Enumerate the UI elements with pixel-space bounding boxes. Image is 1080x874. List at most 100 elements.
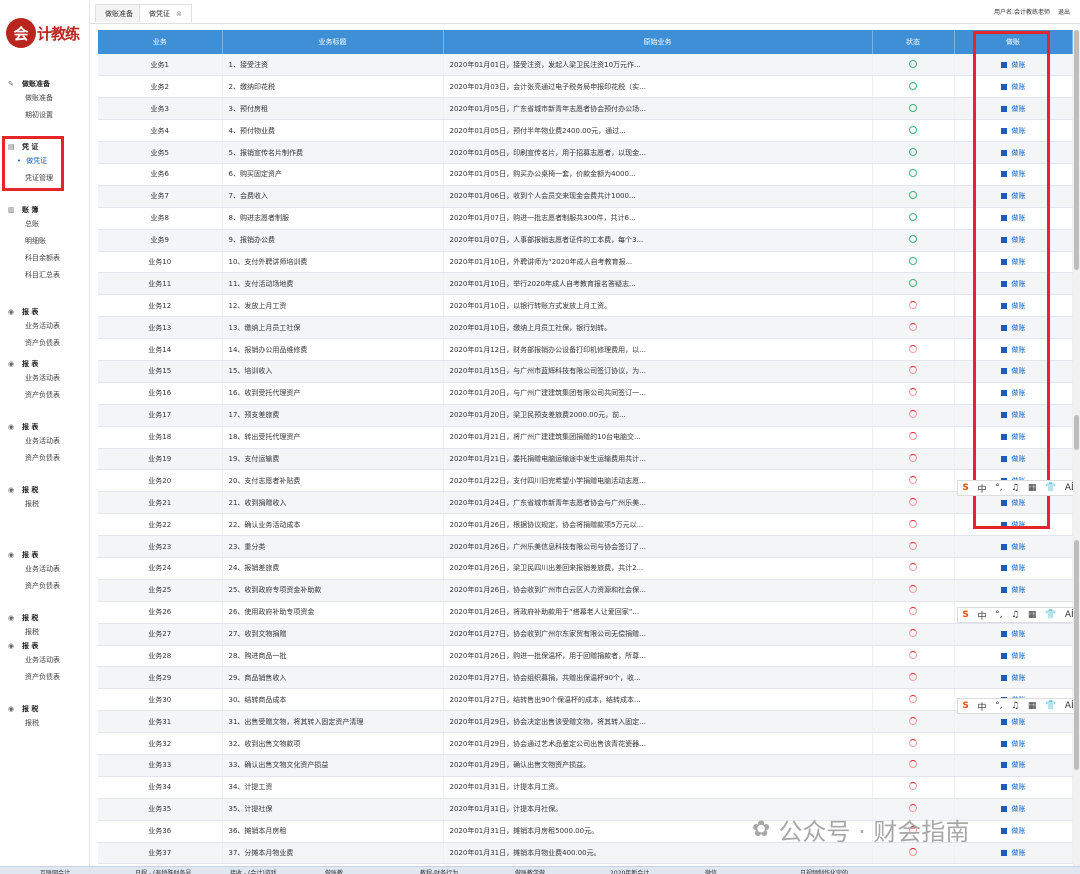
ime-button[interactable]: 中 [977,700,986,713]
nav-group-header[interactable]: ◉ 报 表 [8,358,84,370]
ime-toolbar[interactable]: S 中 °, ♫ ▦ 👕 Aİ [957,698,1079,714]
ime-button[interactable]: ♫ [1011,701,1019,711]
do-accounting-link[interactable]: 做账 [1000,718,1026,726]
ime-button[interactable]: S [962,701,968,711]
cell-original-business[interactable]: 2020年01月26日，购进一批保温杯，用于回赠捐款者，所尊... [443,645,873,668]
do-accounting-link[interactable]: 做账 [1000,761,1026,769]
scrollbar[interactable] [1073,30,1080,866]
do-accounting-link[interactable]: 做账 [1000,783,1026,791]
do-accounting-link[interactable]: 做账 [1000,543,1026,551]
sidebar-item[interactable]: 业务活动表 [8,561,84,578]
cell-original-business[interactable]: 2020年01月29日，确认出售文物资产损益。 [443,754,873,777]
ime-button[interactable]: ♫ [1011,483,1019,493]
cell-original-business[interactable]: 2020年01月31日，计提本月工资。 [443,776,873,799]
ime-button[interactable]: S [962,610,968,620]
scrollbar-thumb[interactable] [1074,30,1079,270]
ime-toolbar[interactable]: S 中 °, ♫ ▦ 👕 Aİ [957,607,1079,623]
sidebar-item[interactable]: 资产负债表 [8,669,84,686]
do-accounting-link[interactable]: 做账 [1000,740,1026,748]
ime-toolbar[interactable]: S 中 °, ♫ ▦ 👕 Aİ [957,480,1079,496]
cell-original-business[interactable]: 2020年01月03日，会计张亮通过电子税务局申报印花税（实... [443,75,873,99]
ime-button[interactable]: 👕 [1045,610,1056,620]
do-accounting-link[interactable]: 做账 [1000,849,1026,857]
ime-button[interactable]: 中 [977,482,986,495]
col-header-title[interactable]: 业务标题 [222,30,444,54]
do-accounting-link[interactable]: 做账 [1000,630,1026,638]
cell-original-business[interactable]: 2020年01月10日，外聘讲师为“2020年成人自考教育报... [443,251,873,274]
close-icon[interactable]: ⊗ [176,10,182,18]
do-accounting-link[interactable]: 做账 [1000,586,1026,594]
do-accounting-link[interactable]: 做账 [1000,564,1026,572]
cell-original-business[interactable]: 2020年01月01日，接受注资，发起人梁卫民注资10万元作... [443,54,873,77]
tab-prep[interactable]: 做账准备 [95,4,143,22]
do-accounting-link[interactable]: 做账 [1000,805,1026,813]
ime-button[interactable]: 👕 [1045,701,1056,711]
nav-group-header[interactable]: ◉ 报 表 [8,549,84,561]
ime-button[interactable]: °, [995,701,1002,711]
col-header-status[interactable]: 状态 [872,30,955,54]
sidebar-item[interactable]: 业务活动表 [8,652,84,669]
cell-original-business[interactable]: 2020年01月20日，梁卫民预支差旅费2000.00元，前... [443,404,873,427]
cell-original-business[interactable]: 2020年01月27日，协会组织募捐，共赠出保温杯90个，收... [443,666,873,690]
cell-original-business[interactable]: 2020年01月29日，协会通过艺术品鉴定公司出售该青花瓷器... [443,732,873,755]
sidebar-item[interactable]: 报税 [8,624,84,641]
cell-original-business[interactable]: 2020年01月05日，广东省城市新青年志愿者协会预付办公场... [443,97,873,121]
logout-link[interactable]: 退出 [1058,9,1070,16]
sidebar-item[interactable]: 科目汇总表 [8,267,84,284]
nav-group-header[interactable]: ▥ 账 簿 [8,204,84,216]
sidebar-item[interactable]: 总账 [8,216,84,233]
taskbar-item[interactable]: 教程-财务行为... [420,868,508,874]
ime-button[interactable]: ▦ [1028,483,1037,493]
sidebar-item[interactable]: 资产负债表 [8,387,84,404]
sidebar-item[interactable]: 报税 [8,496,84,513]
ime-button[interactable]: ♫ [1011,610,1019,620]
sidebar-item[interactable]: 做账准备 [8,90,84,107]
cell-original-business[interactable]: 2020年01月20日，与广州广建建筑集团有限公司共同签订一... [443,382,873,405]
ime-button[interactable]: ▦ [1028,610,1037,620]
ime-button[interactable]: ▦ [1028,701,1037,711]
sidebar-item[interactable]: 期初设置 [8,107,84,124]
do-accounting-link[interactable]: 做账 [1000,652,1026,660]
taskbar-item[interactable]: 2020年新会计... [610,868,698,874]
ime-button[interactable]: °, [995,610,1002,620]
cell-original-business[interactable]: 2020年01月07日，人事部报销志愿者证件的工本费，每个3... [443,229,873,252]
scrollbar-thumb[interactable] [1074,415,1079,450]
cell-original-business[interactable]: 2020年01月05日，印刷宣传名片，用于招募志愿者，以现金... [443,141,873,164]
cell-original-business[interactable]: 2020年01月22日，支付四川旧完希望小学捐赠电脑活动志愿... [443,469,873,493]
ime-button[interactable]: S [962,483,968,493]
tab-make-voucher[interactable]: 做凭证 ⊗ [139,4,192,22]
nav-group-header[interactable]: ◉ 报 税 [8,703,84,715]
cell-original-business[interactable]: 2020年01月26日，梁卫民四川出差回来报销差旅费，共计2... [443,557,873,580]
nav-group-header[interactable]: ◉ 报 表 [8,421,84,433]
cell-original-business[interactable]: 2020年01月10日，举行2020年成人自考教育报名答疑志... [443,272,873,296]
cell-original-business[interactable]: 2020年01月24日，广东省城市新青年志愿者协会与广州乐美... [443,491,873,515]
col-header-original[interactable]: 原始业务 [443,30,873,54]
cell-original-business[interactable]: 2020年01月15日，与广州市蓝辉科技有限公司签订协议，为... [443,360,873,383]
cell-original-business[interactable]: 2020年01月10日，缴纳上月员工社保，银行划转。 [443,316,873,340]
taskbar-item[interactable]: 做账教学做... [515,868,603,874]
cell-original-business[interactable]: 2020年01月21日，委托捐赠电脑运输途中发生运输费用共计... [443,448,873,471]
taskbar-item[interactable]: 微信 [705,868,793,874]
sidebar-item[interactable]: 业务活动表 [8,433,84,450]
sidebar-item[interactable]: 报税 [8,715,84,732]
cell-original-business[interactable]: 2020年01月07日，购进一批志愿者制服共300件，共计6... [443,207,873,230]
nav-group-header[interactable]: ✎ 做账准备 [8,78,84,90]
cell-original-business[interactable]: 2020年01月26日，根据协议规定，协会将捐赠款项5万元以... [443,513,873,537]
cell-original-business[interactable]: 2020年01月05日，购买办公桌椅一套，价款金额为4000... [443,163,873,186]
nav-group-header[interactable]: ◉ 报 表 [8,640,84,652]
nav-group-header[interactable]: ◉ 报 税 [8,612,84,624]
ime-button[interactable]: 中 [977,609,986,622]
cell-original-business[interactable]: 2020年01月27日，结转售出90个保温杯的成本，结转成本... [443,688,873,712]
taskbar-item[interactable]: 日视频制作化完的... [800,868,888,874]
cell-original-business[interactable]: 2020年01月05日，预付半年物业费2400.00元，通过... [443,119,873,143]
taskbar-item[interactable]: 接收 - (会计)游戏... [230,868,318,874]
cell-original-business[interactable]: 2020年01月06日，收到个人会员交来现金会费共计1000... [443,185,873,208]
cell-original-business[interactable]: 2020年01月21日，将广州广建建筑集团捐赠的10台电脑交... [443,426,873,449]
sidebar-item[interactable]: 资产负债表 [8,578,84,595]
taskbar-item[interactable]: 做账教... [325,868,413,874]
taskbar-item[interactable]: 日程 - (有特殊财务号... [135,868,223,874]
col-header-id[interactable]: 业务 [98,30,223,54]
cell-original-business[interactable]: 2020年01月27日，协会收到广州尔东家贸有限公司无偿捐赠... [443,623,873,646]
cell-original-business[interactable]: 2020年01月26日，将政府补助款用于“搭幕老人让爱回家”... [443,601,873,624]
sidebar-item[interactable]: 业务活动表 [8,370,84,387]
